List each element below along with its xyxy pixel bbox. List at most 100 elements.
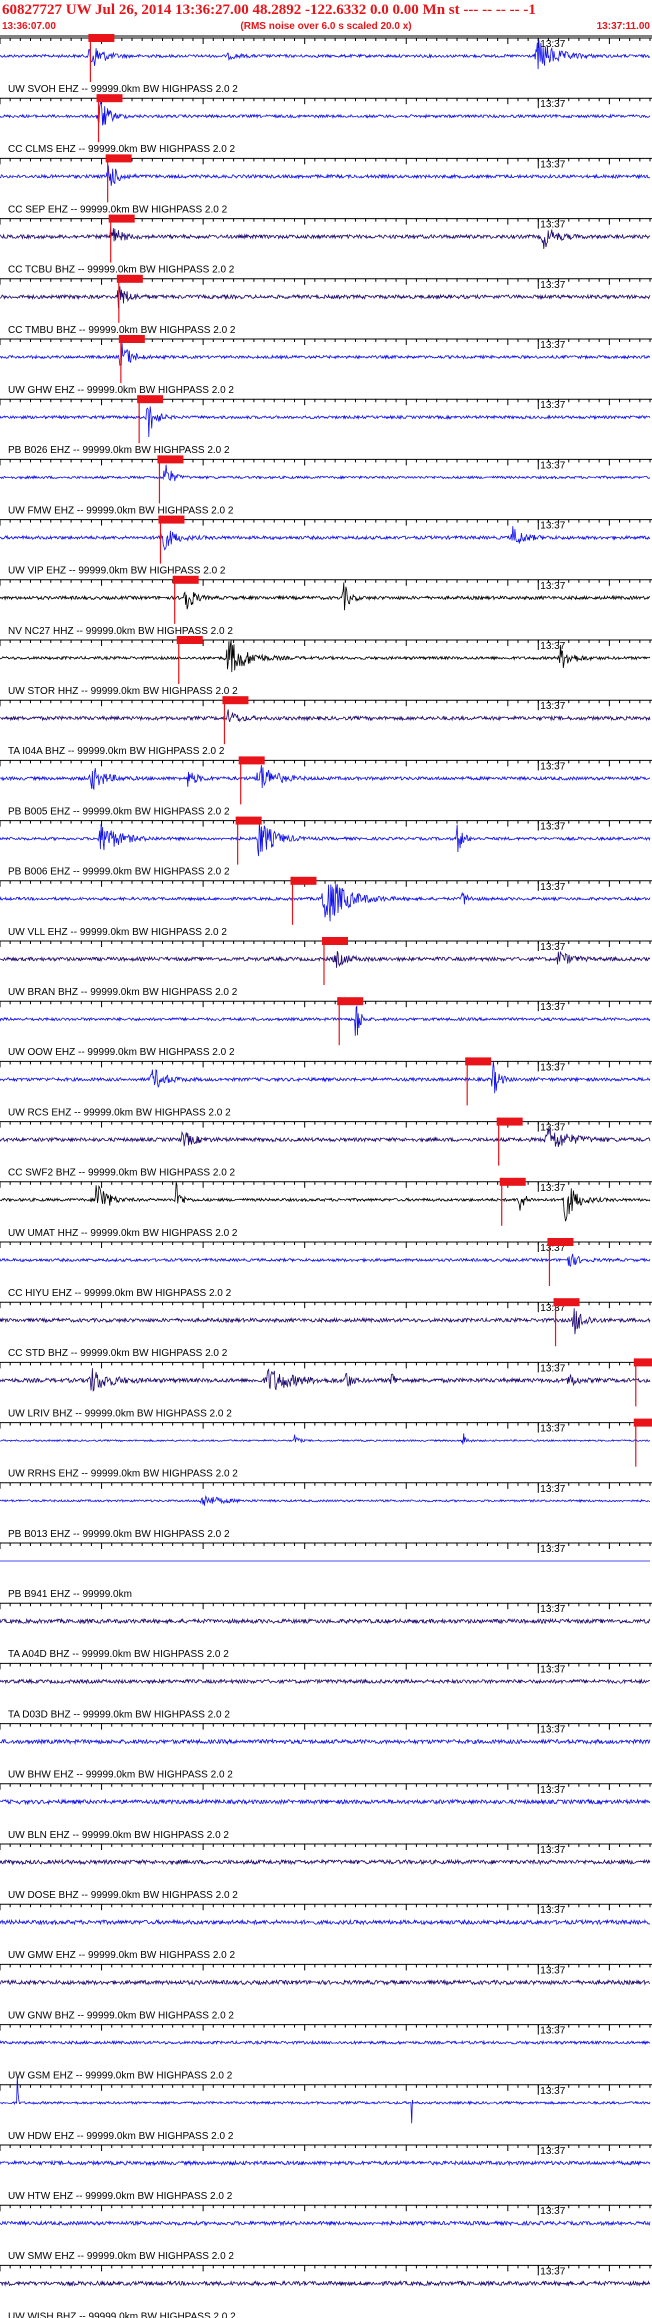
- minute-label: 13:37: [540, 1785, 565, 1796]
- minute-label: 13:37: [540, 460, 565, 471]
- waveform: [0, 1858, 651, 1866]
- trace: 13:37 UW LRIV BHZ -- 99999.0km BW HIGHPAS…: [0, 1358, 652, 1419]
- station-label: NV NC27 HHZ -- 99999.0km BW HIGHPASS 2.0…: [8, 626, 233, 637]
- waveform: [0, 1494, 651, 1506]
- minute-label: 13:37: [540, 99, 565, 110]
- pick-marker: [105, 154, 132, 163]
- minute-label: 13:37: [540, 280, 565, 291]
- trace: 13:37 UW UMAT HHZ -- 99999.0km BW HIGHPAS…: [0, 1177, 652, 1239]
- minute-label: 13:37: [540, 1123, 565, 1134]
- station-label: PB B026 EHZ -- 99999.0km BW HIGHPASS 2.0…: [8, 445, 230, 456]
- minute-label: 13:37: [540, 1845, 565, 1856]
- pick-marker: [158, 515, 185, 524]
- trace: 13:37 UW SMW EHZ -- 99999.0km BW HIGHPASS…: [0, 2204, 652, 2262]
- trace: 13:37 UW RRHS EHZ -- 99999.0km BW HIGHPAS…: [0, 1418, 652, 1480]
- pick-marker: [553, 1298, 580, 1307]
- minute-label: 13:37: [540, 1965, 565, 1976]
- minute-label: 13:37: [540, 1484, 565, 1495]
- waveform: [0, 2076, 651, 2124]
- trace: 13:37 UW HTW EHZ -- 99999.0km BW HIGHPASS…: [0, 2144, 652, 2202]
- waveform: [0, 2159, 651, 2167]
- station-label: UW SMW EHZ -- 99999.0km BW HIGHPASS 2.0 …: [8, 2251, 234, 2262]
- station-label: CC HIYU EHZ -- 99999.0km BW HIGHPASS 2.0…: [8, 1288, 232, 1299]
- station-label: UW BRAN BHZ -- 99999.0km BW HIGHPASS 2.0…: [8, 987, 238, 998]
- waveform: [0, 1253, 651, 1267]
- waveform: [0, 1678, 651, 1685]
- trace: 13:37 UW GMW EHZ -- 99999.0km BW HIGHPASS…: [0, 1903, 652, 1961]
- station-label: PB B013 EHZ -- 99999.0km BW HIGHPASS 2.0…: [8, 1529, 230, 1540]
- trace: 13:37 UW GSM EHZ -- 99999.0km BW HIGHPASS…: [0, 2024, 652, 2082]
- waveform: [0, 1738, 651, 1746]
- minute-label: 13:37: [540, 761, 565, 772]
- waveform: [0, 1918, 651, 1926]
- minute-label: 13:37: [540, 2206, 565, 2217]
- minute-label: 13:37: [540, 2146, 565, 2157]
- station-label: UW OOW EHZ -- 99999.0km BW HIGHPASS 2.0 …: [8, 1047, 235, 1058]
- station-label: PB B006 EHZ -- 99999.0km BW HIGHPASS 2.0…: [8, 867, 230, 878]
- trace: 13:37UW STOR HHZ -- 99999.0km BW HIGHPAS…: [0, 636, 652, 697]
- trace: 13:37 CC TCBU BHZ -- 99999.0km BW HIGHPAS…: [0, 214, 652, 276]
- station-label: CC SEP EHZ -- 99999.0km BW HIGHPASS 2.0 …: [8, 204, 228, 215]
- trace: 13:37 UW SVOH EHZ -- 99999.0km BW HIGHPAS…: [0, 34, 652, 95]
- trace: 13:37CC STD BHZ -- 99999.0km BW HIGHPASS…: [0, 1298, 652, 1359]
- station-label: UW HTW EHZ -- 99999.0km BW HIGHPASS 2.0 …: [8, 2191, 233, 2202]
- minute-label: 13:37: [540, 521, 565, 532]
- station-label: UW WISH BHZ -- 99999.0km BW HIGHPASS 2.0…: [8, 2311, 236, 2318]
- minute-label: 13:37: [540, 220, 565, 231]
- station-label: UW VIP EHZ -- 99999.0km BW HIGHPASS 2.0 …: [8, 566, 226, 577]
- minute-label: 13:37: [540, 581, 565, 592]
- trace: 13:37 UW DOSE BHZ -- 99999.0km BW HIGHPAS…: [0, 1843, 652, 1901]
- minute-label: 13:37: [540, 1604, 565, 1615]
- waveform: [0, 1433, 651, 1445]
- station-label: UW BLN EHZ -- 99999.0km BW HIGHPASS 2.0 …: [8, 1830, 229, 1841]
- minute-label: 13:37: [540, 942, 565, 953]
- trace: 13:37 CC CLMS EHZ -- 99999.0km BW HIGHPAS…: [0, 94, 652, 155]
- minute-label: 13:37: [540, 1905, 565, 1916]
- trace: 13:37 PB B006 EHZ -- 99999.0km BW HIGHPAS…: [0, 816, 652, 878]
- minute-label: 13:37: [540, 2026, 565, 2037]
- station-label: CC STD BHZ -- 99999.0km BW HIGHPASS 2.0 …: [8, 1348, 228, 1359]
- trace: 13:37 TA D03D BHZ -- 99999.0km BW HIGHPAS…: [0, 1662, 652, 1720]
- waveform: [0, 1798, 651, 1806]
- station-label: PB B005 EHZ -- 99999.0km BW HIGHPASS 2.0…: [8, 806, 230, 817]
- minute-label: 13:37: [540, 882, 565, 893]
- trace: 13:37 CC SEP EHZ -- 99999.0km BW HIGHPASS…: [0, 154, 652, 215]
- trace: 13:37 UW VLL EHZ -- 99999.0km BW HIGHPASS…: [0, 876, 652, 938]
- station-label: UW LRIV BHZ -- 99999.0km BW HIGHPASS 2.0…: [8, 1408, 232, 1419]
- minute-label: 13:37: [540, 822, 565, 833]
- minute-label: 13:37: [540, 2086, 565, 2097]
- station-label: UW SVOH EHZ -- 99999.0km BW HIGHPASS 2.0…: [8, 84, 238, 95]
- trace: 13:37 TA I04A BHZ -- 99999.0km BW HIGHPAS…: [0, 696, 652, 757]
- trace: 13:37CC HIYU EHZ -- 99999.0km BW HIGHPAS…: [0, 1238, 652, 1299]
- pick-marker: [337, 997, 364, 1006]
- minute-label: 13:37: [540, 1363, 565, 1374]
- waveform: [0, 2279, 651, 2287]
- pick-marker: [633, 1418, 652, 1427]
- minute-label: 13:37: [540, 1544, 565, 1555]
- minute-label: 13:37: [540, 701, 565, 712]
- minute-label: 13:37: [540, 1424, 565, 1435]
- trace: 13:37 UW HDW EHZ -- 99999.0km BW HIGHPASS…: [0, 2076, 652, 2142]
- trace: 13:37 CC SWF2 BHZ -- 99999.0km BW HIGHPAS…: [0, 1117, 652, 1179]
- pick-marker: [222, 696, 249, 705]
- pick-marker: [465, 1057, 492, 1066]
- trace: 13:37 UW WISH BHZ -- 99999.0km BW HIGHPAS…: [0, 2264, 652, 2318]
- pick-marker: [137, 395, 164, 404]
- station-label: TA I04A BHZ -- 99999.0km BW HIGHPASS 2.0…: [8, 746, 225, 757]
- minute-label: 13:37: [540, 2266, 565, 2277]
- minute-label: 13:37: [540, 1725, 565, 1736]
- minute-label: 13:37: [540, 1664, 565, 1675]
- trace: 13:37 UW GNW BHZ -- 99999.0km BW HIGHPASS…: [0, 1963, 652, 2021]
- pick-marker: [321, 937, 348, 945]
- trace: 13:37 UW VIP EHZ -- 99999.0km BW HIGHPASS…: [0, 515, 652, 577]
- waveform: [0, 1617, 651, 1625]
- trace: 13:37 UW OOW EHZ -- 99999.0km BW HIGHPASS…: [0, 997, 652, 1058]
- station-label: UW GSM EHZ -- 99999.0km BW HIGHPASS 2.0 …: [8, 2071, 233, 2082]
- pick-marker: [96, 94, 123, 103]
- station-label: UW UMAT HHZ -- 99999.0km BW HIGHPASS 2.0…: [8, 1228, 238, 1239]
- station-label: UW RRHS EHZ -- 99999.0km BW HIGHPASS 2.0…: [8, 1469, 238, 1480]
- station-label: PB B941 EHZ -- 99999.0km: [8, 1589, 132, 1600]
- station-label: TA D03D BHZ -- 99999.0km BW HIGHPASS 2.0…: [8, 1709, 230, 1720]
- station-label: CC CLMS EHZ -- 99999.0km BW HIGHPASS 2.0…: [8, 144, 236, 155]
- trace: 13:37 UW RCS EHZ -- 99999.0km BW HIGHPASS…: [0, 1057, 652, 1118]
